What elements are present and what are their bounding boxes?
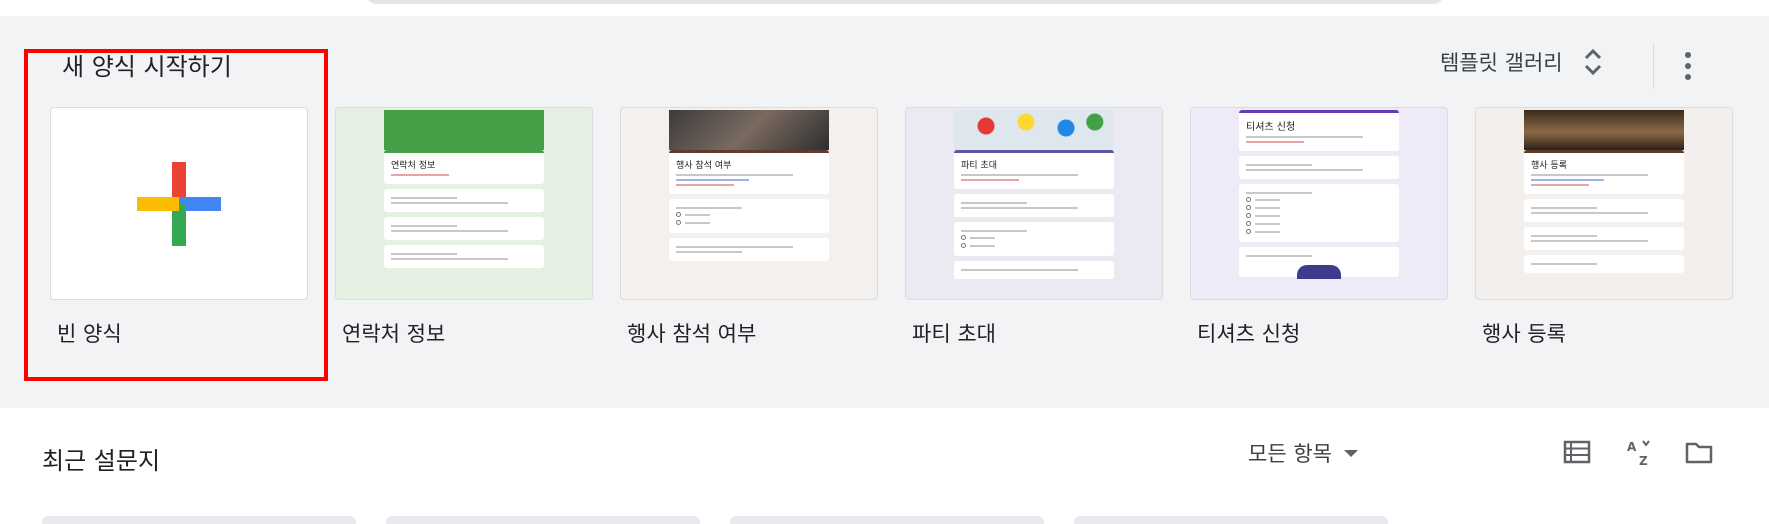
list-view-button[interactable] [1561, 436, 1593, 468]
svg-text:A: A [1627, 440, 1637, 454]
template-name: 연락처 정보 [342, 322, 446, 346]
template-gallery-label: 템플릿 갤러리 [1440, 51, 1563, 75]
recent-forms-title: 최근 설문지 [42, 447, 161, 475]
more-vert-icon [1685, 52, 1691, 58]
recent-forms-grid [42, 516, 1388, 524]
recent-form-card[interactable] [730, 516, 1044, 524]
recent-form-card[interactable] [42, 516, 356, 524]
toolbar-divider [1653, 43, 1654, 89]
form-title: 티셔츠 신청 [1246, 122, 1296, 133]
owner-filter-dropdown[interactable]: 모든 항목 [1248, 436, 1358, 470]
plus-icon [137, 161, 221, 246]
template-thumbnail[interactable] [50, 107, 308, 300]
template-name: 빈 양식 [57, 322, 122, 346]
open-file-picker-button[interactable] [1683, 436, 1715, 468]
template-banner-photo [1524, 110, 1684, 150]
template-contact-info[interactable]: 연락처 정보 연락처 정보 [335, 107, 593, 348]
template-list: 빈 양식 연락처 정보 연락처 정보 행사 참석 여부 행사 참석 여부 파티 … [50, 107, 1733, 348]
template-name: 행사 등록 [1482, 322, 1566, 346]
template-tshirt-signup[interactable]: 티셔츠 신청 티셔츠 신청 [1190, 107, 1448, 348]
owner-filter-label: 모든 항목 [1248, 442, 1332, 466]
arrow-drop-down-icon [1343, 449, 1358, 457]
template-event-registration[interactable]: 행사 등록 행사 등록 [1475, 107, 1733, 348]
template-thumbnail[interactable]: 티셔츠 신청 [1190, 107, 1448, 300]
template-name: 티셔츠 신청 [1197, 322, 1301, 346]
section-title: 새 양식 시작하기 [62, 53, 232, 81]
tshirt-image [1297, 265, 1341, 279]
template-thumbnail[interactable]: 연락처 정보 [335, 107, 593, 300]
template-blank[interactable]: 빈 양식 [50, 107, 308, 348]
start-new-form-section: 새 양식 시작하기 템플릿 갤러리 빈 양식 연락처 정보 연락처 정보 행사 … [0, 16, 1769, 408]
search-bar-edge [365, 0, 1445, 4]
svg-text:Z: Z [1639, 454, 1648, 467]
template-name: 파티 초대 [912, 322, 996, 346]
form-title: 행사 등록 [1531, 161, 1567, 171]
template-name: 행사 참석 여부 [627, 322, 757, 346]
template-thumbnail[interactable]: 행사 참석 여부 [620, 107, 878, 300]
recent-form-card[interactable] [1074, 516, 1388, 524]
sort-by-alpha-icon: A Z [1627, 440, 1650, 467]
template-gallery-button[interactable]: 템플릿 갤러리 [1440, 42, 1603, 82]
form-title: 연락처 정보 [391, 161, 436, 171]
form-title: 행사 참석 여부 [676, 161, 732, 171]
folder-icon [1685, 442, 1713, 464]
unfold-more-icon [1583, 48, 1603, 76]
balloons-banner [954, 110, 1114, 150]
list-view-icon [1563, 440, 1591, 464]
template-thumbnail[interactable]: 파티 초대 [905, 107, 1163, 300]
more-options-button[interactable] [1672, 46, 1704, 86]
template-banner-photo [669, 110, 829, 150]
sort-button[interactable]: A Z [1622, 436, 1654, 468]
template-banner [384, 110, 544, 150]
recent-form-card[interactable] [386, 516, 700, 524]
template-party-invite[interactable]: 파티 초대 파티 초대 [905, 107, 1163, 348]
template-event-rsvp[interactable]: 행사 참석 여부 행사 참석 여부 [620, 107, 878, 348]
form-title: 파티 초대 [961, 161, 997, 171]
template-thumbnail[interactable]: 행사 등록 [1475, 107, 1733, 300]
